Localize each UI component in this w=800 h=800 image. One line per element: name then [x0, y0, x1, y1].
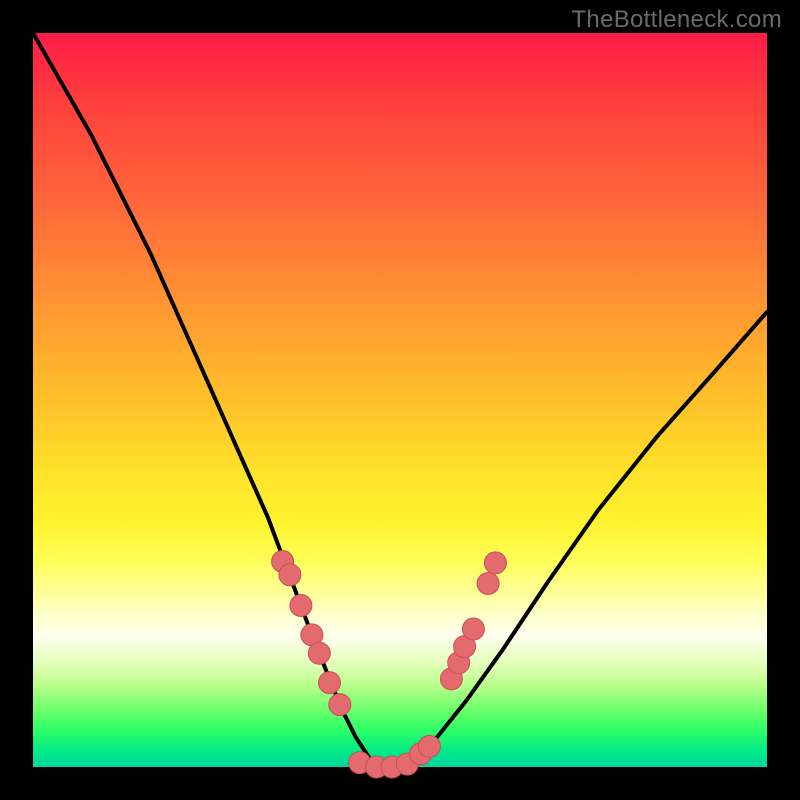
data-dot [319, 672, 341, 694]
plot-area [33, 33, 767, 767]
data-dot [290, 595, 312, 617]
data-dot [477, 573, 499, 595]
data-dot [279, 564, 301, 586]
data-dot [462, 618, 484, 640]
data-dot [418, 735, 440, 757]
bottleneck-curve [33, 33, 767, 767]
data-dot [329, 694, 351, 716]
curve-layer [33, 33, 767, 767]
data-dot [308, 642, 330, 664]
scatter-dots [272, 551, 507, 779]
chart-frame: TheBottleneck.com [0, 0, 800, 800]
watermark-text: TheBottleneck.com [571, 6, 782, 34]
data-dot [484, 552, 506, 574]
